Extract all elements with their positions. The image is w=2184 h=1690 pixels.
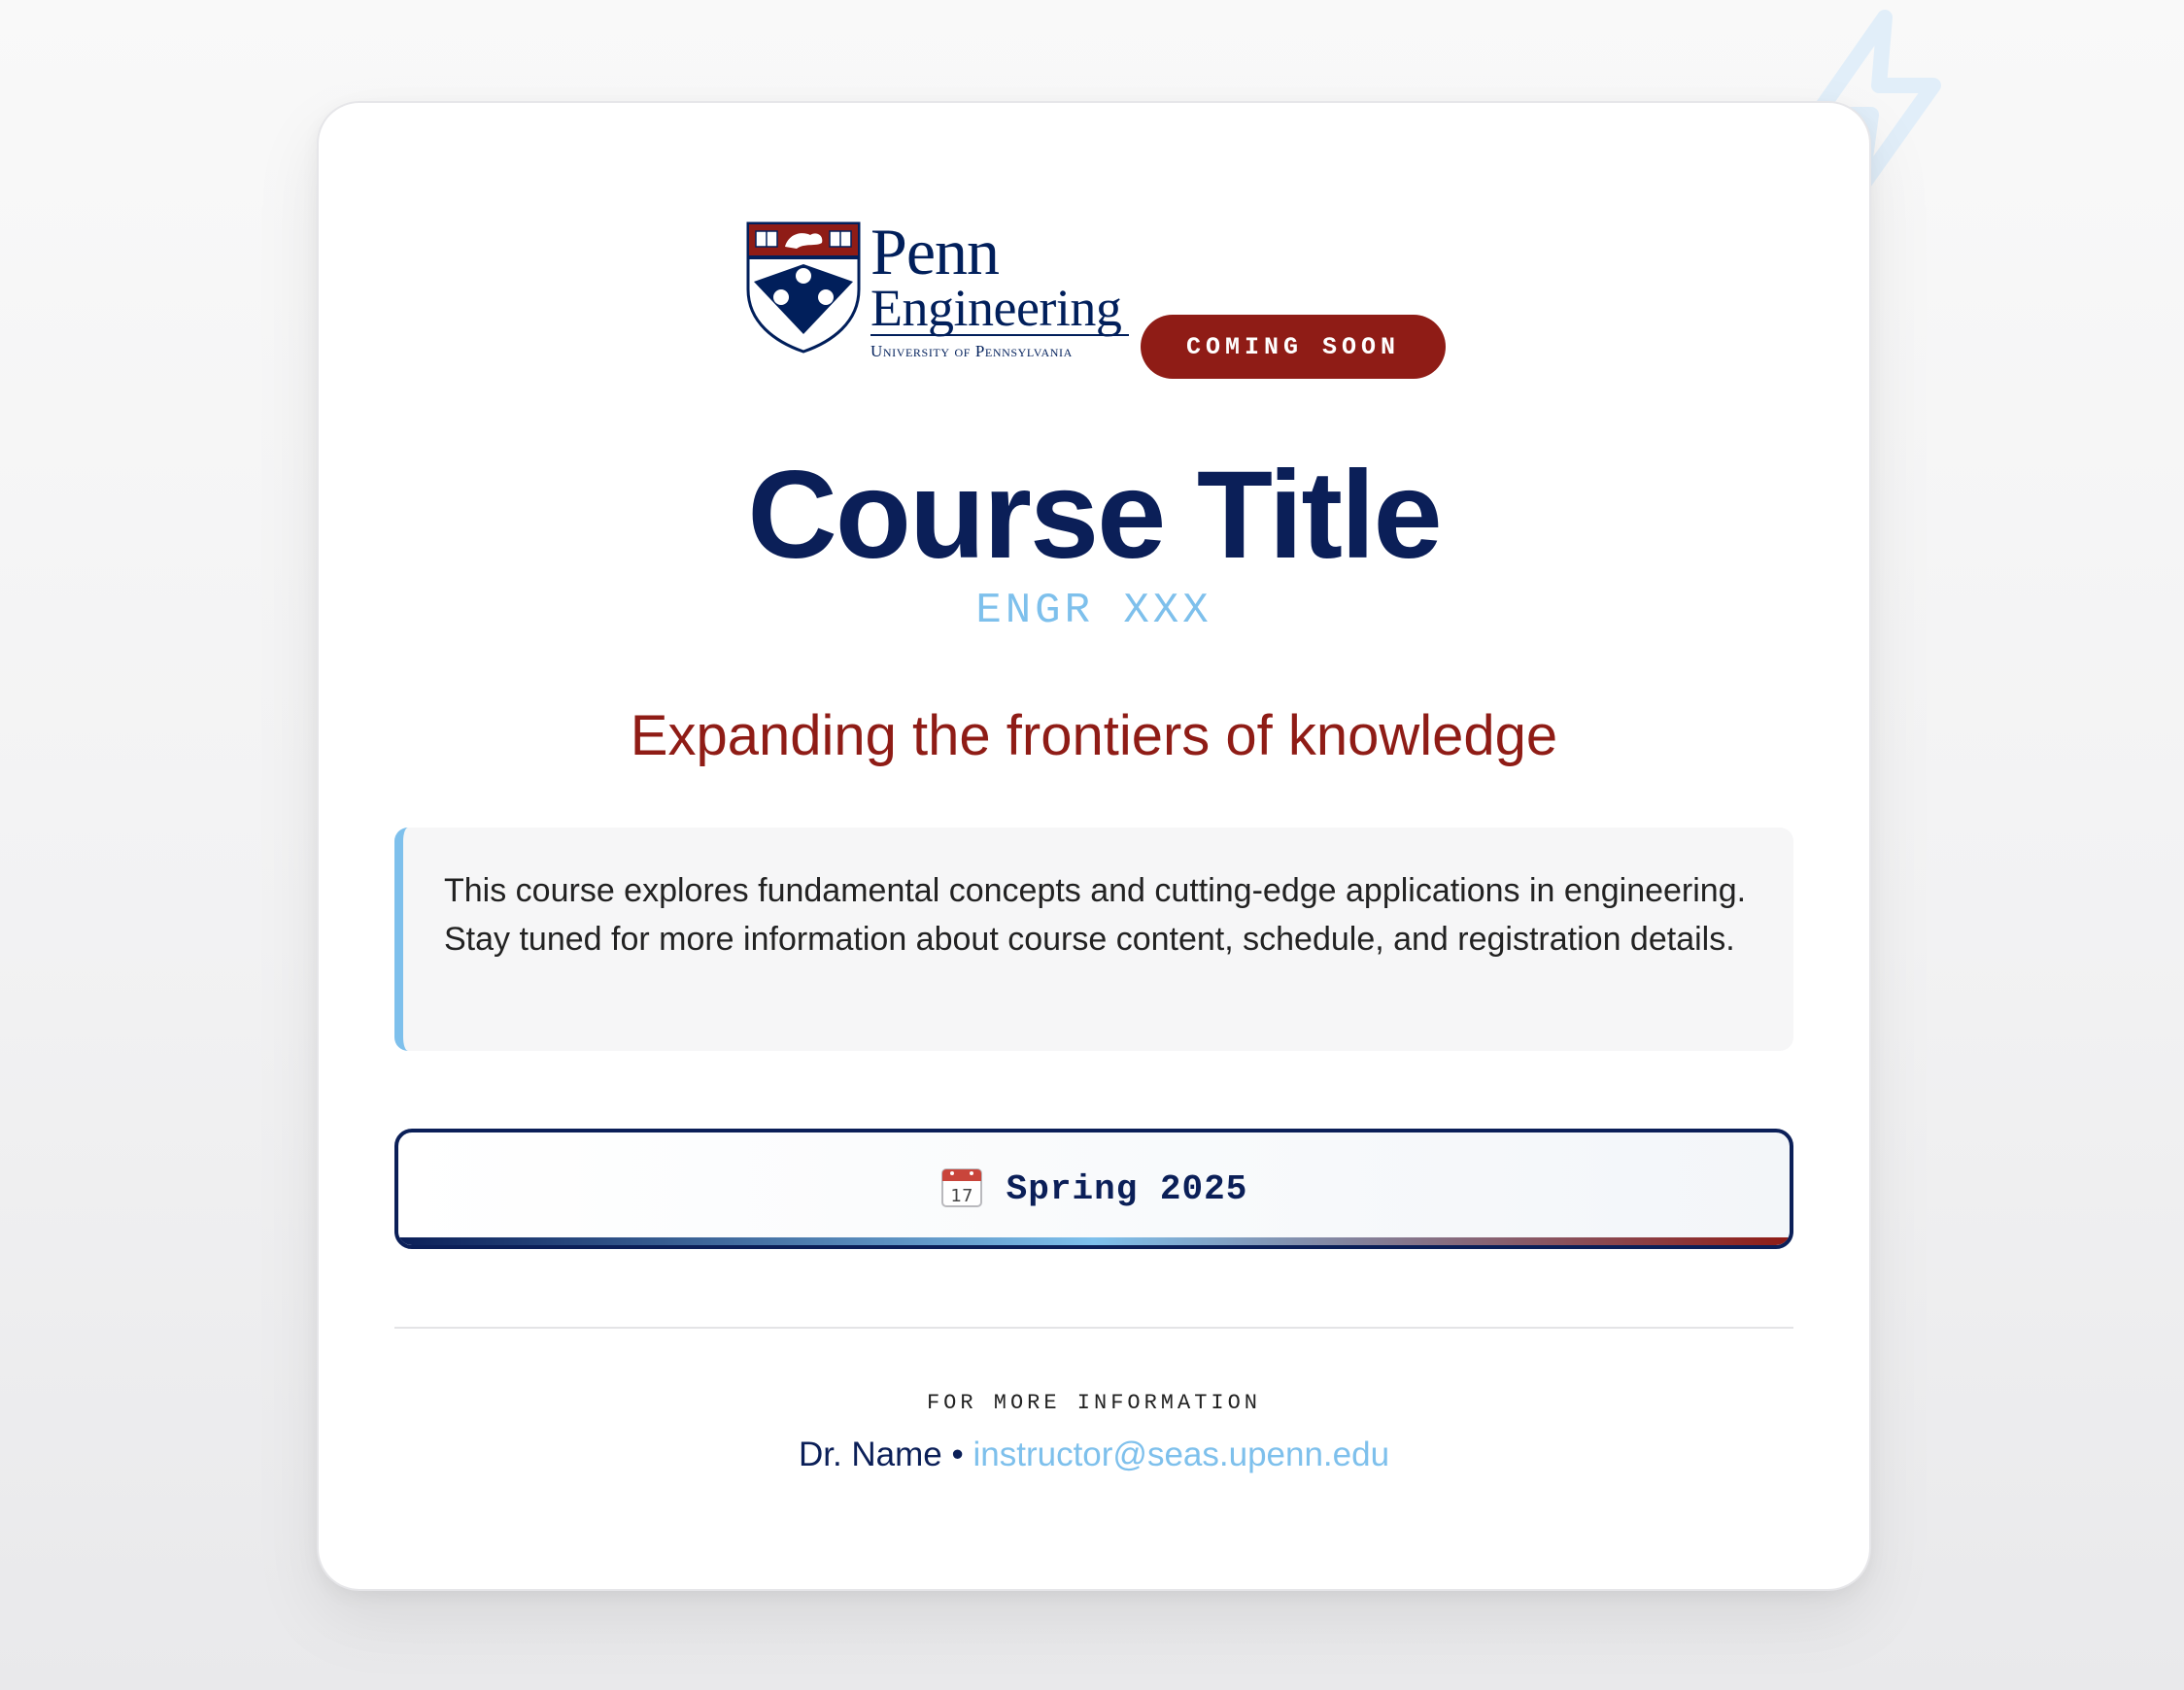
logo-engineering: Engineering — [870, 279, 1122, 337]
contact-separator: • — [951, 1436, 964, 1473]
calendar-day: 17 — [950, 1186, 973, 1206]
course-description: This course explores fundamental concept… — [394, 828, 1793, 1051]
course-title: Course Title — [747, 446, 1442, 585]
course-code: ENGR XXX — [975, 587, 1212, 635]
instructor-name: Dr. Name — [798, 1436, 942, 1473]
term-box: 17 Spring 2025 — [394, 1129, 1793, 1249]
course-description-text: This course explores fundamental concept… — [444, 872, 1747, 958]
logo-university: University of Pennsylvania — [870, 342, 1073, 360]
contact-line: Dr. Name • instructor@seas.upenn.edu — [319, 1436, 1869, 1474]
logo-penn: Penn — [870, 215, 1000, 288]
coming-soon-badge: COMING SOON — [1141, 315, 1446, 379]
course-card: Penn Engineering University of Pennsylva… — [317, 101, 1871, 1591]
term-gradient-bar — [398, 1237, 1790, 1245]
divider — [394, 1327, 1793, 1329]
instructor-email-link[interactable]: instructor@seas.upenn.edu — [973, 1436, 1389, 1473]
more-info-heading: FOR MORE INFORMATION — [926, 1391, 1262, 1415]
penn-shield-icon — [746, 221, 861, 354]
term-label: Spring 2025 — [1006, 1168, 1248, 1209]
course-tagline: Expanding the frontiers of knowledge — [630, 704, 1558, 767]
calendar-icon: 17 — [940, 1168, 982, 1207]
